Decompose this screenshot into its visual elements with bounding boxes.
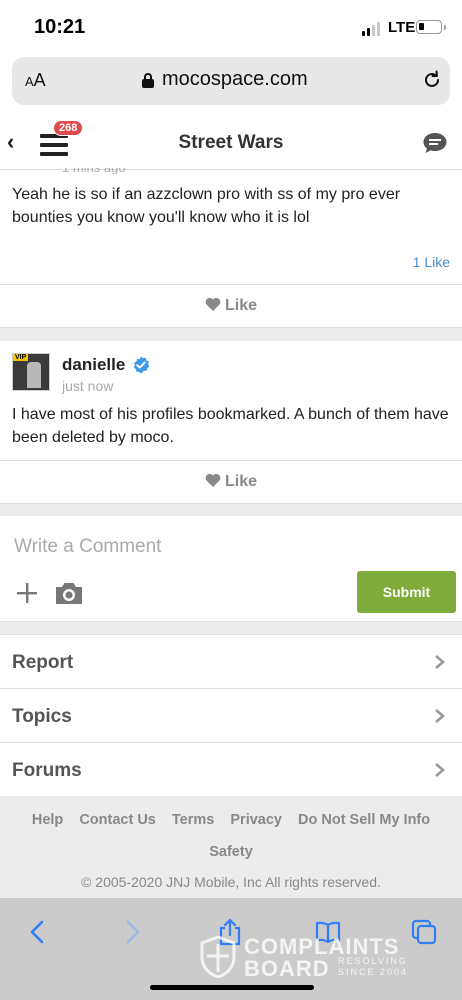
status-time: 10:21 — [34, 16, 86, 38]
chevron-right-icon — [435, 655, 445, 669]
menu-item-label: Report — [12, 652, 74, 673]
forward-arrow-icon[interactable] — [118, 918, 146, 946]
section-gap — [0, 621, 462, 634]
footer-link-privacy[interactable]: Privacy — [230, 812, 282, 828]
shield-logo-icon — [200, 936, 236, 978]
like-button[interactable]: Like — [0, 285, 462, 327]
chat-bubble-icon[interactable] — [422, 131, 448, 155]
menu-item-topics[interactable]: Topics — [0, 688, 462, 742]
plus-icon[interactable] — [16, 582, 38, 604]
chevron-right-icon — [435, 763, 445, 777]
address-bar[interactable]: AA mocospace.com — [12, 57, 450, 105]
footer-link-safety[interactable]: Safety — [209, 844, 253, 860]
menu-item-label: Forums — [12, 760, 82, 781]
signal-icon — [362, 22, 384, 36]
comment-text: I have most of his profiles bookmarked. … — [12, 406, 449, 446]
avatar[interactable]: VIP — [12, 353, 50, 391]
status-bar: 10:21 LTE — [0, 0, 462, 52]
app-header: ‹ 268 Street Wars — [0, 114, 462, 170]
battery-icon — [416, 20, 446, 34]
submit-button[interactable]: Submit — [357, 571, 456, 613]
footer-link-do-not-sell[interactable]: Do Not Sell My Info — [298, 812, 430, 828]
menu-item-label: Topics — [12, 706, 72, 727]
menu-list: Report Topics Forums — [0, 634, 462, 796]
chevron-right-icon — [435, 709, 445, 723]
comment-text: Yeah he is so if an azzclown pro with ss… — [12, 186, 401, 226]
camera-icon[interactable] — [54, 580, 84, 606]
reload-icon[interactable] — [422, 70, 442, 90]
footer-link-help[interactable]: Help — [32, 812, 63, 828]
section-gap — [0, 327, 462, 341]
heart-icon — [205, 297, 221, 311]
comment-input[interactable] — [14, 534, 444, 560]
like-button[interactable]: Like — [0, 461, 462, 503]
network-label: LTE — [388, 19, 416, 36]
section-gap — [0, 503, 462, 516]
footer-links: Help Contact Us Terms Privacy Do Not Sel… — [0, 812, 462, 860]
vip-badge: VIP — [13, 354, 29, 361]
page-title: Street Wars — [178, 132, 284, 153]
verified-badge-icon — [133, 356, 150, 374]
comment-username[interactable]: danielle — [62, 355, 125, 375]
copyright: © 2005-2020 JNJ Mobile, Inc All rights r… — [81, 874, 381, 890]
footer: Help Contact Us Terms Privacy Do Not Sel… — [0, 796, 462, 898]
menu-item-forums[interactable]: Forums — [0, 742, 462, 796]
watermark-logo: COMPLAINTS BOARD RESOLVING SINCE 2004 — [200, 934, 420, 981]
heart-icon — [205, 473, 221, 487]
lock-icon — [142, 73, 154, 88]
comment-composer: Submit — [0, 516, 462, 622]
home-indicator[interactable] — [150, 985, 314, 990]
footer-link-contact[interactable]: Contact Us — [79, 812, 156, 828]
back-arrow-icon[interactable] — [24, 918, 52, 946]
comment-timestamp: just now — [62, 378, 114, 394]
footer-link-terms[interactable]: Terms — [172, 812, 214, 828]
menu-item-report[interactable]: Report — [0, 634, 462, 688]
url-domain[interactable]: mocospace.com — [162, 68, 308, 91]
battery-level — [419, 23, 424, 30]
text-size-button[interactable]: AA — [25, 70, 46, 91]
like-count-link[interactable]: 1 Like — [413, 254, 450, 270]
comment-timestamp: 1 mins ago — [62, 168, 126, 174]
